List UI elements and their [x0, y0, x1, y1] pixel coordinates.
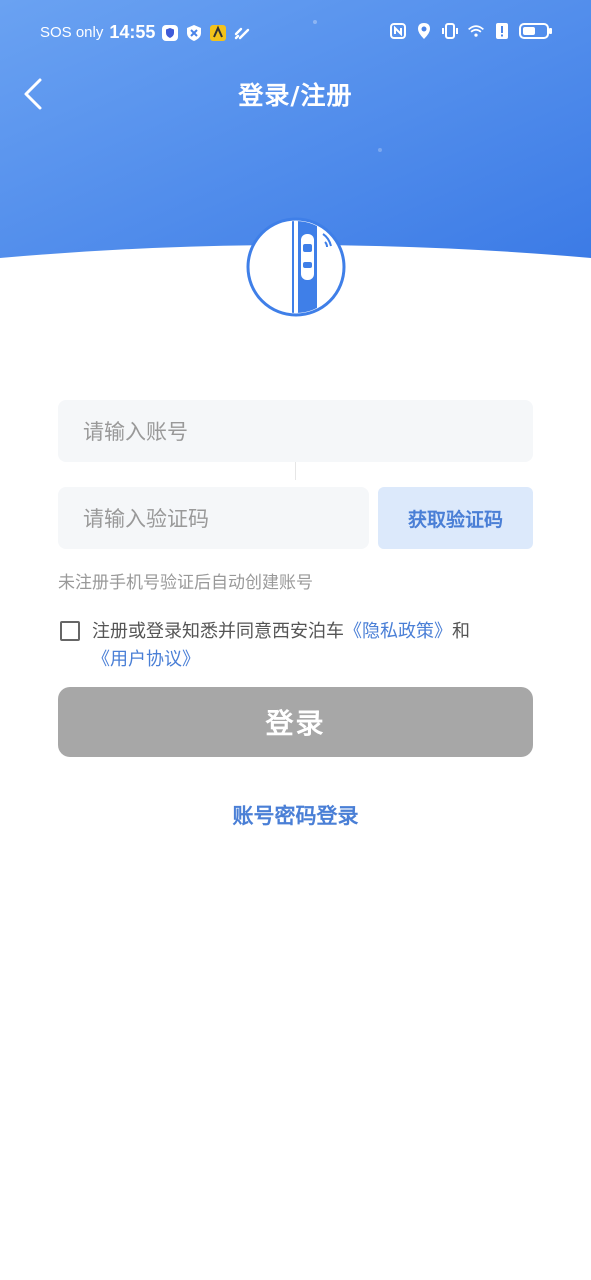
account-input[interactable]: 请输入账号	[58, 400, 533, 462]
location-icon	[418, 23, 430, 39]
battery-icon	[519, 23, 552, 39]
agreement-text: 注册或登录知悉并同意西安泊车《隐私政策》和《用户协议》	[92, 618, 532, 674]
header: SOS only 14:55 登录/注册	[0, 0, 591, 330]
agreement-prefix: 注册或登录知悉并同意西安泊车	[92, 621, 344, 642]
vibrate-icon	[442, 23, 458, 39]
agreement-conjunction: 和	[452, 621, 470, 642]
agreement-checkbox[interactable]	[60, 621, 80, 641]
page-title: 登录/注册	[238, 81, 353, 110]
code-placeholder: 请输入验证码	[83, 507, 209, 531]
login-button[interactable]: 登录	[58, 687, 533, 757]
user-agreement-link[interactable]: 《用户协议》	[92, 649, 200, 670]
carrier-text: SOS only	[40, 24, 104, 41]
verification-code-input[interactable]: 请输入验证码	[58, 487, 369, 549]
shield-icon	[162, 24, 179, 41]
clock: 14:55	[109, 22, 156, 42]
password-login-link[interactable]: 账号密码登录	[0, 800, 591, 830]
account-placeholder: 请输入账号	[83, 420, 188, 444]
divider	[295, 462, 296, 480]
link-icon	[235, 27, 250, 39]
wifi-icon	[468, 25, 484, 37]
x-badge-icon	[187, 24, 202, 41]
nfc-icon	[390, 23, 406, 39]
app-notification-icon	[210, 24, 227, 41]
status-bar: SOS only 14:55	[0, 18, 591, 48]
get-code-button[interactable]: 获取验证码	[378, 487, 533, 549]
nav-bar: 登录/注册	[0, 62, 591, 122]
parking-logo-icon	[246, 217, 346, 317]
privacy-policy-link[interactable]: 《隐私政策》	[344, 621, 452, 642]
alert-icon	[496, 23, 508, 39]
register-hint: 未注册手机号验证后自动创建账号	[58, 573, 313, 593]
